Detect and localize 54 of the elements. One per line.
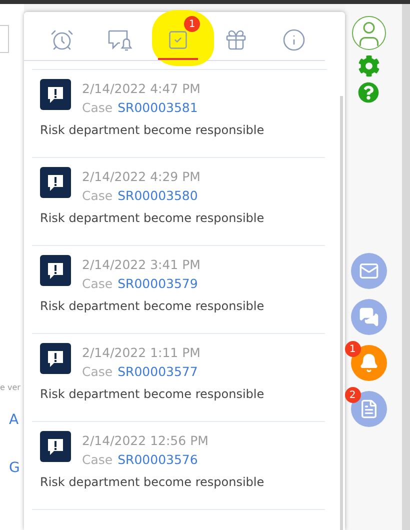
scrollbar[interactable]: [340, 96, 343, 530]
mail-button[interactable]: [350, 253, 386, 289]
help-icon[interactable]: [358, 82, 379, 103]
notification-date: 2/14/2022 1:11 PM: [82, 345, 200, 360]
case-label: Case: [82, 188, 113, 203]
notification-icon: [40, 343, 71, 374]
mail-icon: [358, 261, 378, 281]
notification-message: Risk department become responsible: [40, 211, 266, 225]
task-icon: [167, 29, 189, 51]
notification-date: 2/14/2022 4:47 PM: [82, 81, 200, 96]
notification-icon: [40, 167, 71, 198]
case-label: Case: [82, 276, 113, 291]
notifications-button[interactable]: [350, 345, 386, 381]
case-link[interactable]: SR00003579: [118, 276, 198, 291]
notification-icon: [40, 79, 71, 110]
profile-avatar[interactable]: [352, 16, 386, 50]
document-icon: [358, 399, 378, 419]
notification-date: 2/14/2022 3:41 PM: [82, 257, 200, 272]
case-label: Case: [82, 452, 113, 467]
case-link[interactable]: SR00003581: [118, 100, 198, 115]
notification-message: Risk department become responsible: [40, 387, 266, 401]
feed-button[interactable]: [350, 391, 386, 427]
notification-item[interactable]: 2/14/2022 12:56 PM Case SR00003576 Risk department become responsible: [32, 422, 325, 510]
case-link[interactable]: SR00003580: [118, 188, 198, 203]
info-icon: [282, 28, 306, 52]
link[interactable]: G: [9, 460, 20, 476]
notification-date: 2/14/2022 12:56 PM: [82, 433, 208, 448]
gift-icon: [224, 28, 248, 52]
alarm-clock-icon: [50, 28, 74, 52]
count-badge: 1: [344, 341, 360, 357]
highlight-mark: [152, 10, 214, 66]
link[interactable]: A: [9, 412, 19, 428]
input-field[interactable]: [0, 25, 9, 53]
case-link[interactable]: SR00003577: [118, 364, 198, 379]
case-label: Case: [82, 364, 113, 379]
notification-item[interactable]: 2/14/2022 3:41 PM Case SR00003579 Risk department become responsible: [32, 246, 325, 334]
notification-message: Risk department become responsible: [40, 475, 266, 489]
notification-message: Risk department become responsible: [40, 299, 266, 313]
notification-icon: [40, 431, 71, 462]
notification-date: 2/14/2022 4:29 PM: [82, 169, 200, 184]
notification-item[interactable]: 2/14/2022 4:29 PM Case SR00003580 Risk department become responsible: [32, 158, 325, 246]
notification-icon: [40, 255, 71, 286]
settings-icon[interactable]: [358, 55, 380, 77]
case-label: Case: [82, 100, 113, 115]
notification-item[interactable]: 2/14/2022 4:47 PM Case SR00003581 Risk department become responsible: [32, 70, 325, 158]
bell-icon: [358, 353, 378, 373]
case-link[interactable]: SR00003576: [118, 452, 198, 467]
chat-icon: [358, 307, 378, 327]
chat-bell-icon: [107, 28, 133, 52]
caption-text: e ver: [0, 383, 20, 392]
count-badge: 2: [344, 387, 360, 403]
notification-message: Risk department become responsible: [40, 123, 266, 137]
notification-item[interactable]: 2/14/2022 1:11 PM Case SR00003577 Risk department become responsible: [32, 334, 325, 422]
chat-button[interactable]: [350, 299, 386, 335]
